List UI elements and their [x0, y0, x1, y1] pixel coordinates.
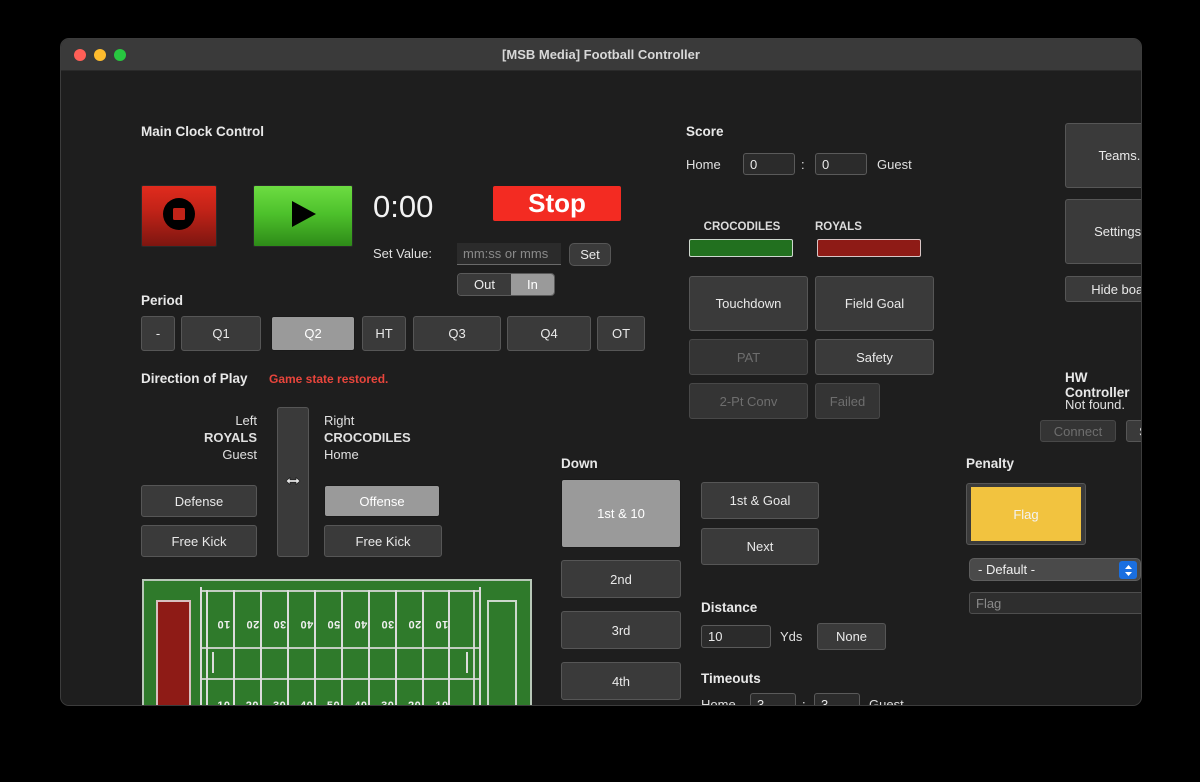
distance-input[interactable] [701, 625, 771, 648]
window-title: [MSB Media] Football Controller [502, 47, 700, 62]
penalty-type-select[interactable]: - Default - [969, 558, 1141, 581]
score-guest-team-name: ROYALS [815, 221, 862, 233]
play-icon [286, 196, 320, 237]
right-side-label: Right [324, 413, 355, 428]
direction-of-play-title: Direction of Play [141, 371, 248, 386]
right-team-info: Right CROCODILES Home [324, 413, 464, 462]
left-team-info: Left ROYALS Guest [141, 413, 257, 462]
set-value-input[interactable] [457, 243, 561, 265]
down-button-3rd[interactable]: 3rd [561, 611, 681, 649]
window-content: Main Clock Control 0:00 Stop Set Value: … [61, 71, 1141, 706]
penalty-type-value: - Default - [978, 562, 1036, 577]
score-guest-input[interactable] [815, 153, 867, 175]
timeouts-title: Timeouts [701, 671, 761, 686]
period-button-ot[interactable]: OT [597, 316, 645, 351]
scan-button[interactable]: Scan [1126, 420, 1141, 442]
set-value-label: Set Value: [373, 246, 433, 261]
maximize-button[interactable] [114, 48, 126, 61]
distance-title: Distance [701, 600, 758, 615]
score-separator: : [801, 157, 805, 172]
football-field-preview[interactable]: 10 20 30 40 50 40 30 20 10 10 20 30 40 5… [142, 579, 532, 705]
two-point-conversion-button: 2-Pt Conv [689, 383, 808, 419]
right-team-name: CROCODILES [324, 430, 411, 445]
traffic-lights [74, 48, 126, 61]
safety-button[interactable]: Safety [815, 339, 934, 375]
period-button-q3[interactable]: Q3 [413, 316, 501, 351]
main-clock-control-title: Main Clock Control [141, 124, 265, 139]
clock-value: 0:00 [373, 189, 434, 224]
down-button-1st[interactable]: 1st & 10 [561, 479, 681, 548]
period-button-ht[interactable]: HT [362, 316, 406, 351]
close-button[interactable] [74, 48, 86, 61]
field-turf: 10 20 30 40 50 40 30 20 10 10 20 30 40 5… [150, 587, 524, 705]
right-endzone [479, 587, 524, 705]
period-button-q2[interactable]: Q2 [271, 316, 355, 351]
down-button-4th[interactable]: 4th [561, 662, 681, 700]
penalty-title: Penalty [966, 456, 1015, 471]
left-endzone-fill [156, 599, 192, 705]
right-possession-button[interactable]: Offense [324, 485, 440, 517]
penalty-text-input[interactable] [969, 592, 1141, 614]
connect-button: Connect [1040, 420, 1116, 442]
app-window: [MSB Media] Football Controller Main Clo… [60, 38, 1142, 706]
right-free-kick-button[interactable]: Free Kick [324, 525, 442, 557]
timeouts-home-input[interactable] [750, 693, 796, 705]
record-button[interactable] [141, 185, 217, 247]
penalty-flag-button[interactable]: Flag [966, 483, 1086, 545]
timeouts-guest-input[interactable] [814, 693, 860, 705]
settings-button[interactable]: Settings... [1065, 199, 1141, 264]
distance-unit-label: Yds [780, 629, 803, 644]
score-home-input[interactable] [743, 153, 795, 175]
minimize-button[interactable] [94, 48, 106, 61]
play-button[interactable] [253, 185, 353, 247]
teams-button[interactable]: Teams... [1065, 123, 1141, 188]
toggle-out[interactable]: Out [458, 274, 511, 295]
toggle-in[interactable]: In [510, 274, 554, 295]
score-guest-label: Guest [877, 157, 912, 172]
right-team-role: Home [324, 447, 359, 462]
timeouts-guest-label: Guest [869, 697, 904, 706]
touchdown-button[interactable]: Touchdown [689, 276, 808, 331]
timeouts-home-label: Home [701, 697, 736, 706]
title-bar: [MSB Media] Football Controller [61, 39, 1141, 71]
field-goal-button[interactable]: Field Goal [815, 276, 934, 331]
score-home-team-name: CROCODILES [703, 221, 781, 233]
penalty-flag-label: Flag [971, 487, 1081, 541]
score-home-label: Home [686, 157, 721, 172]
right-endzone-fill [487, 599, 518, 705]
score-guest-color-bar[interactable] [817, 239, 921, 257]
stop-button[interactable]: Stop [493, 186, 621, 221]
left-endzone [150, 587, 203, 705]
left-side-label: Left [235, 413, 257, 428]
period-button-dash[interactable]: - [141, 316, 175, 351]
hw-controller-title: HW Controller [1065, 370, 1130, 400]
score-title: Score [686, 124, 724, 139]
left-team-name: ROYALS [204, 430, 257, 445]
first-and-goal-button[interactable]: 1st & Goal [701, 482, 819, 519]
swap-direction-button[interactable] [277, 407, 309, 557]
distance-none-button[interactable]: None [817, 623, 886, 650]
timeouts-separator: : [802, 697, 806, 706]
clock-in-out-toggle[interactable]: Out In [457, 273, 555, 296]
down-title: Down [561, 456, 598, 471]
pat-button: PAT [689, 339, 808, 375]
hw-controller-status: Not found. [1065, 397, 1125, 412]
hide-board-button[interactable]: Hide board [1065, 276, 1141, 302]
swap-horizontal-icon [285, 475, 301, 490]
chevron-updown-icon[interactable] [1119, 561, 1137, 579]
period-title: Period [141, 293, 184, 308]
period-button-q1[interactable]: Q1 [181, 316, 261, 351]
next-down-button[interactable]: Next [701, 528, 819, 565]
record-icon [161, 196, 197, 237]
score-home-color-bar[interactable] [689, 239, 793, 257]
period-button-q4[interactable]: Q4 [507, 316, 591, 351]
failed-button: Failed [815, 383, 880, 419]
down-button-2nd[interactable]: 2nd [561, 560, 681, 598]
set-button[interactable]: Set [569, 243, 611, 266]
left-possession-button[interactable]: Defense [141, 485, 257, 517]
status-message: Game state restored. [269, 372, 389, 386]
left-free-kick-button[interactable]: Free Kick [141, 525, 257, 557]
left-team-role: Guest [222, 447, 257, 462]
